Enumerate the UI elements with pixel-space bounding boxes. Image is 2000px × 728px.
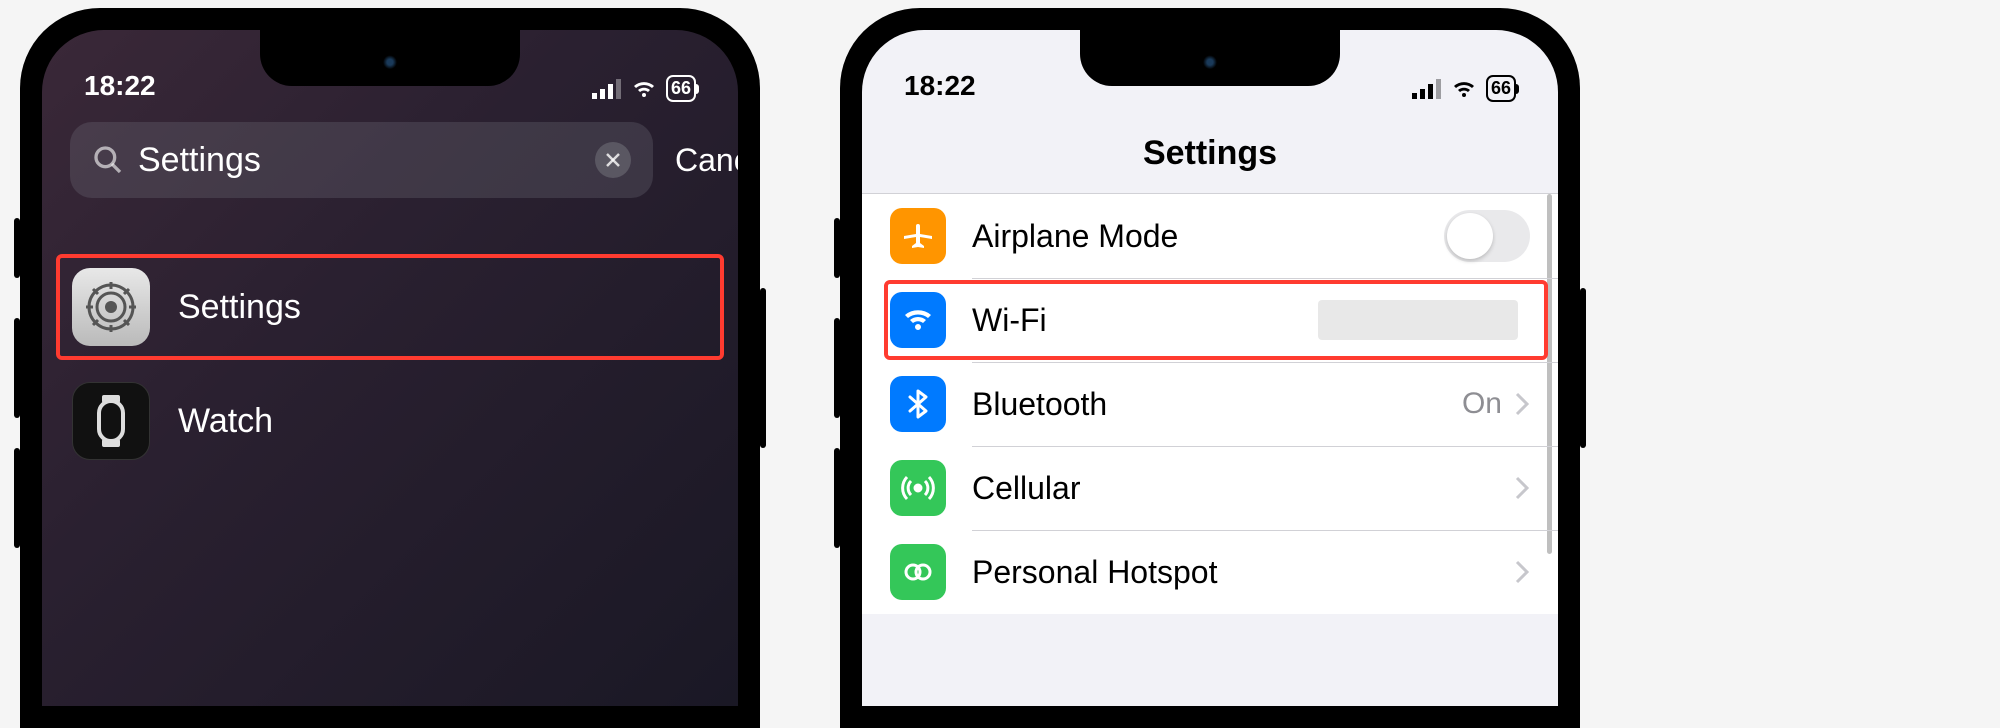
wifi-network-name-redacted <box>1318 300 1518 340</box>
row-personal-hotspot[interactable]: Personal Hotspot <box>862 530 1558 614</box>
hotspot-icon <box>890 544 946 600</box>
notch <box>260 30 520 86</box>
search-row: Cancel <box>42 110 738 210</box>
setting-label: Wi-Fi <box>972 302 1318 339</box>
status-time: 18:22 <box>84 70 156 102</box>
page-title: Settings <box>862 110 1558 194</box>
status-icons: 66 <box>592 75 696 102</box>
wifi-signal-icon <box>630 79 658 99</box>
row-cellular[interactable]: Cellular <box>862 446 1558 530</box>
row-airplane-mode[interactable]: Airplane Mode <box>862 194 1558 278</box>
result-label: Settings <box>178 288 301 327</box>
watch-app-icon <box>72 382 150 460</box>
cellular-icon <box>890 460 946 516</box>
search-input[interactable] <box>138 141 581 180</box>
wifi-signal-icon <box>1450 79 1478 99</box>
chevron-right-icon <box>1514 475 1530 501</box>
setting-value: On <box>1462 387 1502 421</box>
setting-label: Cellular <box>972 470 1514 507</box>
cancel-button[interactable]: Cancel <box>675 142 738 179</box>
setting-label: Airplane Mode <box>972 218 1444 255</box>
search-field[interactable] <box>70 122 653 198</box>
phone-frame-right: 18:22 66 Settings Airplane Mode <box>840 8 1580 728</box>
airplane-icon <box>890 208 946 264</box>
cellular-signal-icon <box>592 79 622 99</box>
screen-settings: 18:22 66 Settings Airplane Mode <box>862 30 1558 706</box>
settings-app-icon <box>72 268 150 346</box>
search-icon <box>92 144 124 176</box>
chevron-right-icon <box>1514 559 1530 585</box>
result-settings[interactable]: Settings <box>42 250 738 364</box>
wifi-icon <box>890 292 946 348</box>
highlight-box <box>56 254 724 360</box>
cellular-signal-icon <box>1412 79 1442 99</box>
screen-spotlight: 18:22 66 Cancel Se <box>42 30 738 706</box>
status-time: 18:22 <box>904 70 976 102</box>
setting-label: Personal Hotspot <box>972 554 1514 591</box>
result-watch[interactable]: Watch <box>42 364 738 478</box>
result-label: Watch <box>178 402 273 441</box>
battery-indicator: 66 <box>1486 75 1516 102</box>
notch <box>1080 30 1340 86</box>
chevron-right-icon <box>1514 391 1530 417</box>
settings-list: Airplane Mode Wi-Fi Bluetooth On <box>862 194 1558 614</box>
row-bluetooth[interactable]: Bluetooth On <box>862 362 1558 446</box>
row-wifi[interactable]: Wi-Fi <box>862 278 1558 362</box>
airplane-mode-toggle[interactable] <box>1444 210 1530 262</box>
status-icons: 66 <box>1412 75 1516 102</box>
close-icon <box>604 151 622 169</box>
phone-frame-left: 18:22 66 Cancel Se <box>20 8 760 728</box>
setting-label: Bluetooth <box>972 386 1462 423</box>
clear-search-button[interactable] <box>595 142 631 178</box>
battery-indicator: 66 <box>666 75 696 102</box>
bluetooth-icon <box>890 376 946 432</box>
search-results: Settings Watch <box>42 210 738 478</box>
